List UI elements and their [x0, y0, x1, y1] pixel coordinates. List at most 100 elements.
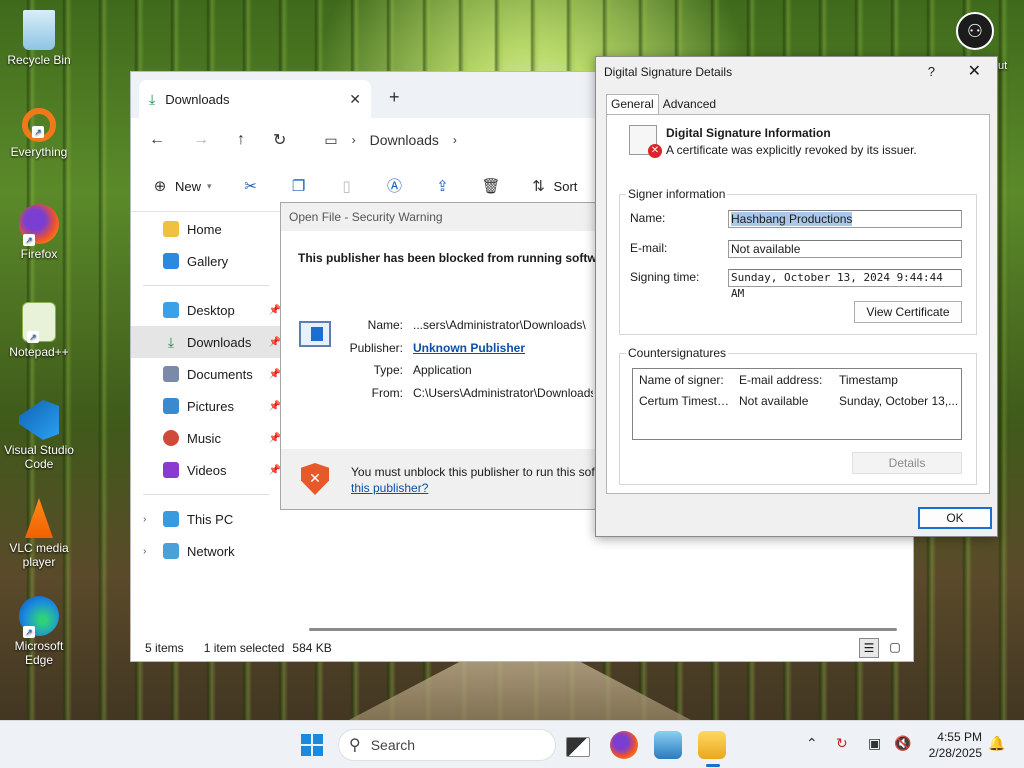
name-label: Name: — [630, 211, 666, 225]
network-status-icon[interactable]: ▣ — [868, 735, 881, 752]
desktop-icon-vlc[interactable]: VLC media player — [4, 498, 74, 569]
close-icon[interactable]: ✕ — [968, 57, 981, 87]
search-placeholder: Search — [370, 737, 416, 753]
countersignatures-list[interactable]: Name of signer: E-mail address: Timestam… — [632, 368, 962, 440]
task-view-icon[interactable] — [566, 737, 590, 757]
sidebar-item-network[interactable]: › Network — [131, 535, 281, 567]
signature-info-title: Digital Signature Information — [666, 126, 831, 140]
desktop-icon-edge[interactable]: ↗ Microsoft Edge — [4, 596, 74, 667]
edge-icon: ↗ — [19, 596, 59, 638]
address-segment-downloads[interactable]: Downloads — [370, 132, 439, 148]
paste-icon[interactable]: ▯ — [338, 178, 356, 196]
certificate-icon: ✕ — [629, 125, 662, 158]
tab-general[interactable]: General — [606, 94, 659, 115]
address-bar[interactable]: ▭ › Downloads › — [324, 132, 457, 149]
taskbar-search[interactable]: ⚲ Search — [338, 729, 556, 761]
chevron-right-icon: › — [452, 133, 457, 147]
chevron-right-icon[interactable]: › — [143, 514, 146, 525]
list-item[interactable]: Certum Timesta... Not available Sunday, … — [633, 390, 961, 411]
user-account-icon[interactable]: ⚇ — [956, 12, 994, 50]
sidebar-item-label: This PC — [187, 511, 234, 527]
name-field[interactable]: Hashbang Productions — [728, 210, 962, 228]
details-button[interactable]: Details — [852, 452, 962, 474]
unblock-publisher-link[interactable]: this publisher? — [351, 481, 428, 495]
sort-button[interactable]: ⇅ Sort — [530, 178, 578, 196]
from-label: From: — [371, 386, 403, 400]
column-header-timestamp[interactable]: Timestamp — [833, 373, 959, 387]
chevron-up-icon[interactable]: ⌃ — [806, 735, 818, 752]
delete-icon[interactable]: 🗑 — [482, 178, 501, 196]
tab-advanced[interactable]: Advanced — [658, 95, 721, 116]
new-button[interactable]: ⊕ New ▾ — [151, 178, 212, 196]
desktop-icon-firefox[interactable]: ↗ Firefox — [4, 204, 74, 261]
videos-icon — [163, 462, 179, 478]
name-row: Name: ...sers\Administrator\Downloads\ — [281, 318, 586, 332]
cut-icon[interactable]: ✂ — [242, 178, 260, 196]
taskbar-clock[interactable]: 4:55 PM 2/28/2025 — [918, 729, 982, 761]
refresh-icon[interactable]: ↻ — [273, 130, 286, 150]
up-arrow-icon[interactable]: ↑ — [237, 131, 245, 149]
email-field[interactable]: Not available — [728, 240, 962, 258]
sidebar-item-pictures[interactable]: Pictures 📌 — [131, 390, 281, 422]
sidebar-divider — [143, 285, 269, 286]
rename-icon[interactable]: Ⓐ — [386, 178, 404, 196]
sort-label: Sort — [553, 179, 578, 194]
name-label: Name: — [367, 318, 403, 332]
signing-time-field[interactable]: Sunday, October 13, 2024 9:44:44 AM — [728, 269, 962, 300]
back-arrow-icon[interactable]: ← — [149, 131, 165, 149]
desktop-icon-recycle-bin[interactable]: Recycle Bin — [4, 10, 74, 67]
publisher-row: Publisher: Unknown Publisher — [281, 341, 525, 355]
copy-icon[interactable]: ❐ — [290, 178, 308, 196]
desktop-icon-vscode[interactable]: Visual Studio Code — [4, 400, 74, 471]
publisher-link[interactable]: Unknown Publisher — [413, 341, 525, 355]
sidebar-item-label: Desktop — [187, 302, 235, 318]
explorer-tab-downloads[interactable]: ⤓ Downloads ✕ — [139, 80, 371, 118]
warning-heading: This publisher has been blocked from run… — [298, 251, 609, 265]
sidebar-item-videos[interactable]: Videos 📌 — [131, 454, 281, 486]
volume-muted-icon[interactable]: 🔇 — [894, 735, 911, 752]
sidebar-item-downloads[interactable]: ⤓ Downloads 📌 — [131, 326, 281, 358]
timestamp-cell: Sunday, October 13,... — [839, 393, 959, 408]
firefox-taskbar-icon[interactable] — [610, 731, 638, 759]
notification-bell-icon[interactable]: 🔔 — [988, 735, 1005, 752]
dialog-tabs: General Advanced — [606, 94, 721, 116]
close-tab-icon[interactable]: ✕ — [349, 91, 361, 108]
windows-start-icon[interactable] — [301, 734, 323, 756]
desktop-icon-label: VLC media player — [9, 541, 69, 569]
type-row: Type: Application — [281, 363, 472, 377]
type-label: Type: — [373, 363, 403, 377]
sidebar-item-gallery[interactable]: Gallery — [131, 245, 281, 277]
forward-arrow-icon[interactable]: → — [193, 131, 209, 149]
notepadpp-icon: ↗ — [22, 302, 56, 343]
group-label: Countersignatures — [626, 346, 729, 360]
share-icon[interactable]: ⇪ — [434, 178, 452, 196]
help-button[interactable]: ? — [928, 57, 935, 87]
desktop-icon-notepadpp[interactable]: ↗ Notepad++ — [4, 302, 74, 359]
column-header-email[interactable]: E-mail address: — [733, 373, 833, 387]
taskbar: ⚲ Search ⌃ ↻ ▣ 🔇 4:55 PM 2/28/2025 🔔 — [0, 720, 1024, 768]
desktop-icon-everything[interactable]: ↗ Everything — [4, 108, 74, 159]
sidebar-item-home[interactable]: Home — [131, 213, 281, 245]
desktop-icon — [163, 302, 179, 318]
column-header-name[interactable]: Name of signer: — [633, 373, 733, 387]
details-view-icon[interactable]: ☰ — [859, 638, 879, 658]
ok-button[interactable]: OK — [918, 507, 992, 529]
group-label: Signer information — [626, 187, 728, 201]
document-icon — [163, 366, 179, 382]
tiles-view-icon[interactable]: ▢ — [885, 638, 905, 658]
type-value: Application — [413, 363, 472, 377]
name-value: ...sers\Administrator\Downloads\ — [413, 318, 586, 332]
sidebar-item-documents[interactable]: Documents 📌 — [131, 358, 281, 390]
sidebar-item-desktop[interactable]: Desktop 📌 — [131, 294, 281, 326]
chevron-right-icon[interactable]: › — [143, 546, 146, 557]
file-explorer-taskbar-icon[interactable] — [698, 731, 726, 767]
music-icon — [163, 430, 179, 446]
sidebar-item-this-pc[interactable]: › This PC — [131, 503, 281, 535]
new-tab-icon[interactable]: + — [389, 87, 400, 108]
sidebar-item-music[interactable]: Music 📌 — [131, 422, 281, 454]
desktop-icon-label: Firefox — [20, 247, 58, 261]
update-icon[interactable]: ↻ — [836, 735, 848, 752]
control-panel-taskbar-icon[interactable] — [654, 731, 682, 759]
horizontal-scrollbar[interactable] — [309, 628, 897, 631]
view-certificate-button[interactable]: View Certificate — [854, 301, 962, 323]
